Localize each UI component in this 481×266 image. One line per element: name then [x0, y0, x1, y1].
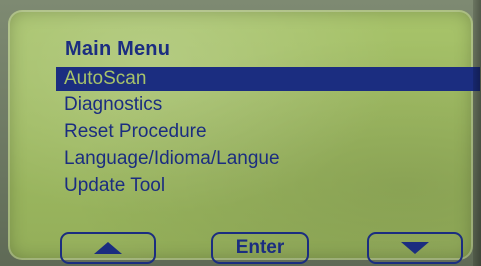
menu-item-update-tool[interactable]: Update Tool: [56, 172, 480, 199]
arrow-down-icon: [401, 242, 429, 254]
enter-button-label: Enter: [235, 237, 285, 258]
menu-item-diagnostics[interactable]: Diagnostics: [56, 91, 480, 118]
menu-item-language[interactable]: Language/Idioma/Langue: [56, 145, 480, 172]
enter-button[interactable]: Enter: [211, 232, 309, 264]
lcd-screen: Main Menu AutoScan Diagnostics Reset Pro…: [8, 10, 480, 264]
menu-list: AutoScan Diagnostics Reset Procedure Lan…: [56, 67, 480, 199]
up-button[interactable]: [60, 232, 156, 264]
down-button[interactable]: [367, 232, 463, 264]
device-frame: Main Menu AutoScan Diagnostics Reset Pro…: [0, 0, 481, 266]
menu-item-autoscan[interactable]: AutoScan: [56, 67, 480, 91]
device-bezel-edge: [473, 0, 481, 266]
menu-title: Main Menu: [65, 38, 171, 60]
arrow-up-icon: [94, 242, 122, 254]
menu-item-reset-procedure[interactable]: Reset Procedure: [56, 118, 480, 145]
